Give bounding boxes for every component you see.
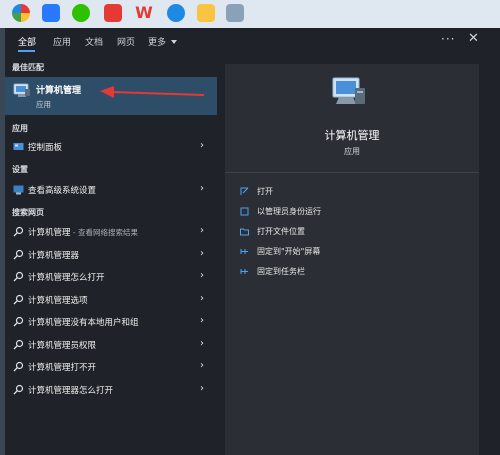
action-run-as-admin[interactable]: 以管理员身份运行: [240, 204, 470, 221]
web-result-text: 计算机管理: [28, 228, 71, 238]
web-result-item[interactable]: 计算机管理怎么打开 ›: [5, 266, 217, 287]
more-options-icon[interactable]: ···: [441, 32, 455, 46]
app-item-label: 控制面板: [28, 143, 63, 153]
web-result-suffix: - 查看网络搜索结果: [70, 228, 138, 237]
web-result-label: 计算机管理器: [28, 249, 79, 261]
tab-more[interactable]: 更多: [148, 35, 166, 48]
web-result-item[interactable]: 计算机管理选项 ›: [5, 289, 217, 310]
file-explorer-app-icon[interactable]: [197, 4, 215, 22]
scrollbar[interactable]: [485, 64, 489, 455]
folder-icon: [240, 228, 249, 236]
web-result-label: 计算机管理怎么打开: [28, 271, 105, 283]
action-label: 打开: [257, 187, 273, 196]
action-pin-to-taskbar[interactable]: 固定到任务栏: [240, 264, 470, 281]
action-label: 固定到任务栏: [257, 267, 305, 276]
section-settings: 设置: [12, 165, 28, 174]
taskbar: W: [0, 0, 500, 28]
active-tab-indicator: [18, 50, 35, 52]
web-result-text: 计算机管理员权限: [28, 340, 97, 351]
web-result-label: 计算机管理器怎么打开: [28, 384, 113, 396]
chevron-right-icon[interactable]: ›: [200, 270, 204, 281]
best-match-title: 计算机管理: [36, 86, 82, 96]
web-result-text: 计算机管理选项: [28, 295, 88, 306]
chevron-right-icon[interactable]: ›: [200, 293, 204, 304]
web-result-item[interactable]: 计算机管理员权限 ›: [5, 334, 217, 355]
action-label: 固定到"开始"屏幕: [257, 247, 321, 256]
best-match-item[interactable]: 计算机管理 应用: [5, 77, 217, 115]
pin-icon: [240, 249, 248, 254]
search-icon: [13, 271, 24, 282]
action-label: 以管理员身份运行: [257, 207, 321, 216]
web-result-item[interactable]: 计算机管理打不开 ›: [5, 356, 217, 377]
tab-web[interactable]: 网页: [117, 35, 135, 48]
web-result-text: 计算机管理没有本地用户和组: [28, 318, 139, 328]
computer-management-icon: [13, 83, 30, 97]
tab-apps[interactable]: 应用: [53, 35, 71, 48]
pin-icon: [240, 269, 248, 274]
web-result-label: 计算机管理没有本地用户和组: [28, 316, 139, 328]
web-result-item[interactable]: 计算机管理没有本地用户和组 ›: [5, 311, 217, 332]
web-result-text: 计算机管理怎么打开: [28, 273, 105, 283]
search-icon: [13, 249, 24, 259]
divider: [225, 172, 479, 173]
web-result-item[interactable]: 计算机管理器怎么打开 ›: [5, 379, 217, 400]
filter-tabs: 全部 应用 文档 网页 更多 ··· ✕: [5, 28, 500, 58]
search-icon: [13, 294, 24, 304]
computer-management-app-icon[interactable]: [226, 4, 244, 22]
section-apps: 应用: [12, 124, 28, 133]
action-pin-to-start[interactable]: 固定到"开始"屏幕: [240, 244, 470, 261]
web-result-label: 计算机管理 - 查看网络搜索结果: [28, 226, 138, 238]
web-result-text: 计算机管理打不开: [28, 363, 97, 373]
chevron-right-icon[interactable]: ›: [200, 183, 204, 194]
web-result-item[interactable]: 计算机管理 - 查看网络搜索结果 ›: [5, 221, 217, 242]
wps-app-icon[interactable]: W: [135, 4, 153, 22]
red-app-icon[interactable]: [104, 4, 122, 22]
section-search-web: 搜索网页: [12, 208, 44, 217]
chevron-down-icon[interactable]: [171, 40, 177, 44]
computer-management-icon: [332, 77, 365, 104]
search-icon: [13, 226, 24, 237]
search-icon: [13, 384, 24, 394]
setting-item-label: 查看高级系统设置: [28, 186, 97, 196]
section-best-match: 最佳匹配: [12, 63, 44, 72]
chevron-right-icon[interactable]: ›: [200, 338, 204, 349]
web-result-text: 计算机管理器怎么打开: [28, 385, 114, 396]
chevron-right-icon[interactable]: ›: [200, 140, 204, 151]
chevron-right-icon[interactable]: ›: [200, 225, 204, 236]
admin-shield-icon: [240, 207, 249, 216]
chevron-right-icon[interactable]: ›: [200, 315, 204, 326]
messenger-app-icon[interactable]: [167, 4, 185, 22]
settings-icon: [13, 185, 24, 195]
web-result-item[interactable]: 计算机管理器 ›: [5, 244, 217, 265]
chevron-right-icon[interactable]: ›: [200, 248, 204, 259]
detail-pane: 计算机管理 应用 打开 以管理员身份运行 打开文件位置 固定到"开始"屏幕 固定…: [225, 64, 479, 455]
search-icon: [13, 316, 24, 327]
action-label: 打开文件位置: [257, 227, 305, 236]
web-result-text: 计算机管理器: [28, 250, 80, 261]
start-search-menu: 全部 应用 文档 网页 更多 ··· ✕ 最佳匹配 计算机管理 应用 应用 控制…: [5, 28, 500, 455]
setting-item-advanced-system[interactable]: 查看高级系统设置 ›: [5, 179, 217, 200]
chat-app-icon[interactable]: [42, 4, 60, 22]
tab-all[interactable]: 全部: [18, 35, 36, 48]
detail-title: 计算机管理: [324, 129, 380, 142]
action-open-file-location[interactable]: 打开文件位置: [240, 224, 470, 241]
open-icon: [240, 187, 249, 195]
best-match-subtitle: 应用: [36, 100, 51, 109]
web-result-label: 计算机管理选项: [28, 294, 88, 306]
action-open[interactable]: 打开: [240, 184, 470, 201]
browser-app-icon[interactable]: [12, 4, 30, 22]
chevron-right-icon[interactable]: ›: [200, 383, 204, 394]
web-result-label: 计算机管理员权限: [28, 339, 96, 351]
search-icon: [13, 339, 24, 349]
red-arrow-annotation-icon: [100, 86, 205, 98]
web-result-label: 计算机管理打不开: [28, 361, 96, 373]
app-item-control-panel[interactable]: 控制面板 ›: [5, 136, 217, 157]
detail-subtitle: 应用: [344, 147, 360, 156]
search-icon: [13, 361, 24, 372]
close-icon[interactable]: ✕: [468, 31, 479, 46]
chevron-right-icon[interactable]: ›: [200, 360, 204, 371]
wechat-app-icon[interactable]: [72, 4, 90, 22]
tab-documents[interactable]: 文档: [85, 35, 103, 48]
control-panel-icon: [13, 143, 24, 150]
